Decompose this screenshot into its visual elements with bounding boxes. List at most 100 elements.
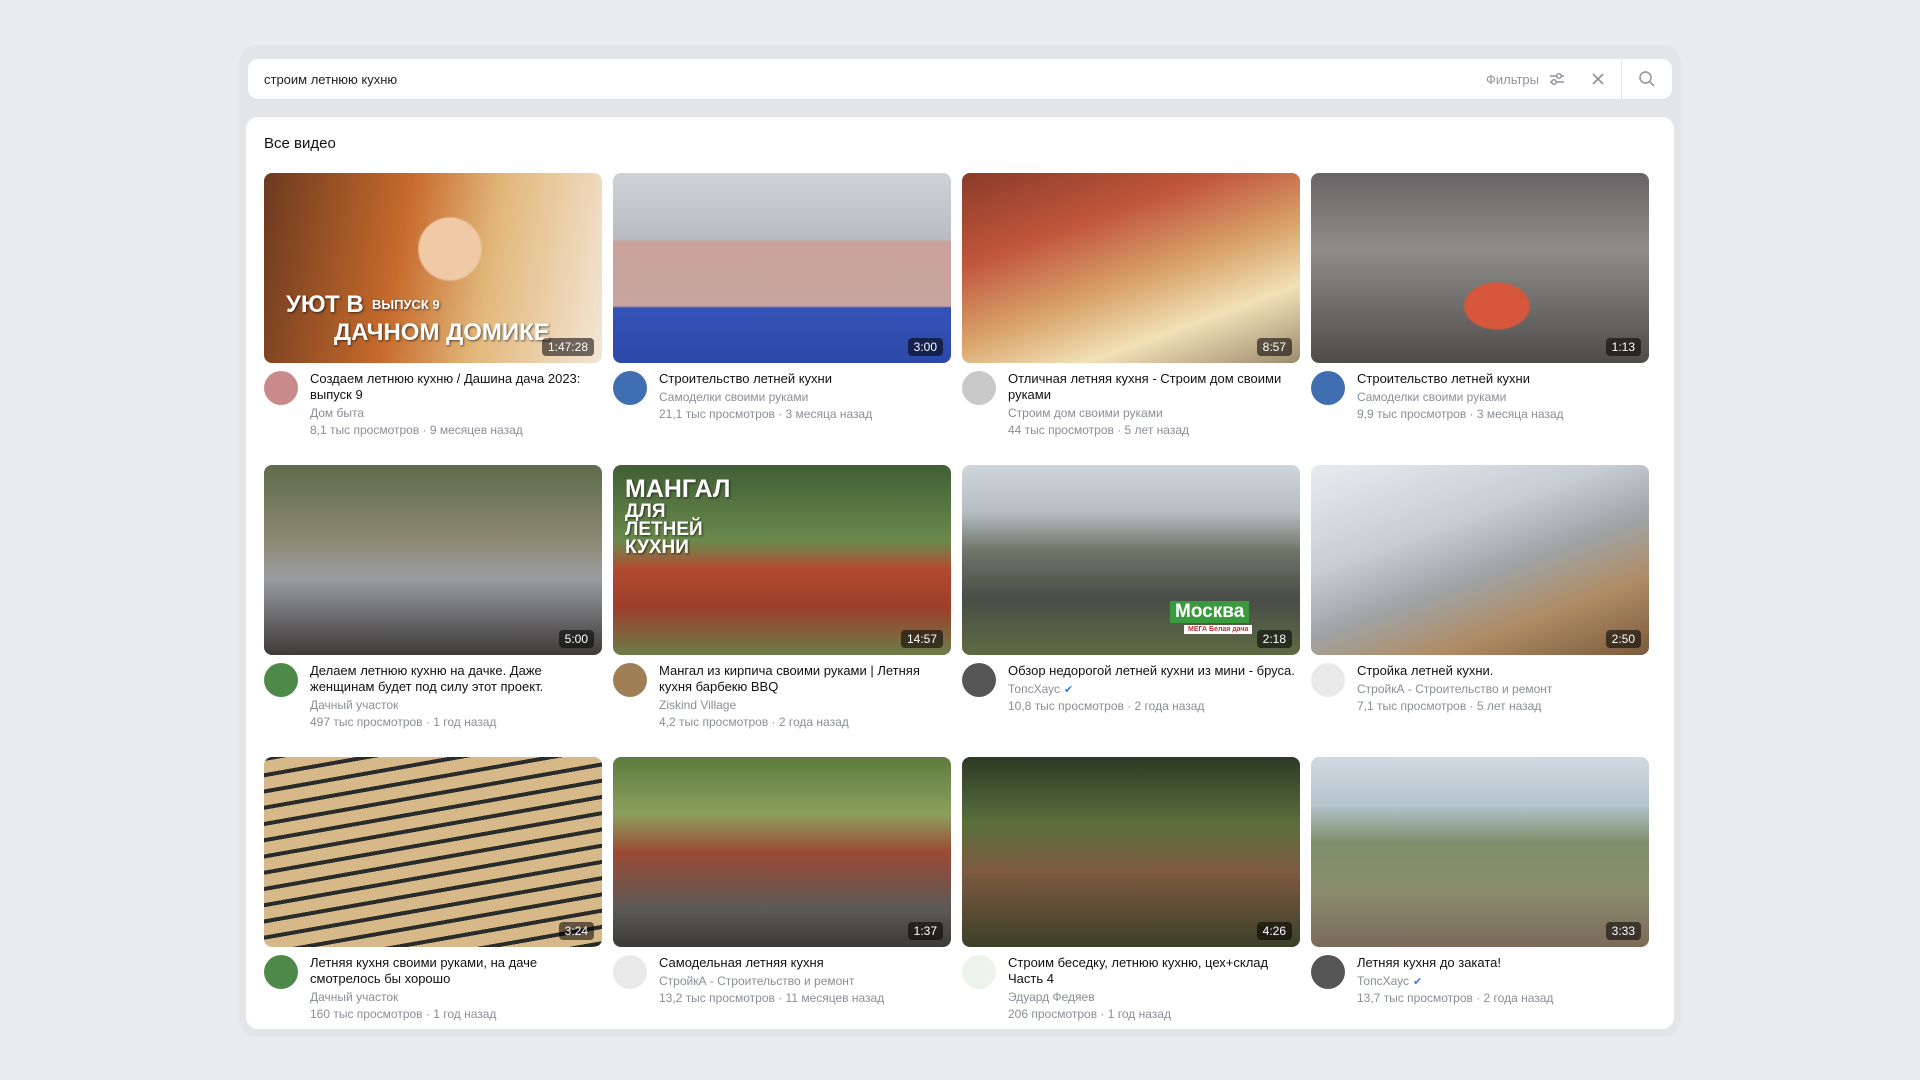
- video-stats: 206 просмотров · 1 год назад: [1008, 1007, 1171, 1021]
- channel-name[interactable]: ТопсХаус ✔: [1008, 682, 1300, 696]
- clear-search-button[interactable]: [1583, 64, 1613, 94]
- view-count: 9,9 тыс просмотров: [1357, 407, 1467, 421]
- channel-avatar[interactable]: [962, 955, 996, 989]
- video-duration: 2:50: [1605, 630, 1641, 648]
- view-count: 21,1 тыс просмотров: [659, 407, 775, 421]
- video-duration: 3:00: [907, 338, 943, 356]
- video-title[interactable]: Мангал из кирпича своими руками | Летняя…: [659, 663, 951, 695]
- video-card[interactable]: 3:00 Строительство летней кухни Самоделк…: [613, 173, 951, 451]
- video-stats: 10,8 тыс просмотров · 2 года назад: [1008, 699, 1205, 713]
- video-thumbnail[interactable]: 5:00: [264, 465, 602, 655]
- video-thumbnail[interactable]: УЮТ В ВЫПУСК 9 ДАЧНОМ ДОМИКЕ 1:47:28: [264, 173, 602, 363]
- thumbnail-caption: ВЫПУСК 9: [372, 297, 440, 312]
- channel-name[interactable]: СтройкА - Строительство и ремонт: [1357, 682, 1649, 696]
- verified-icon: ✔: [1412, 975, 1423, 988]
- channel-avatar[interactable]: [1311, 371, 1345, 405]
- video-duration: 1:13: [1605, 338, 1641, 356]
- channel-name[interactable]: Самоделки своими руками: [659, 390, 951, 404]
- channel-avatar[interactable]: [1311, 663, 1345, 697]
- channel-name[interactable]: Эдуард Федяев: [1008, 990, 1300, 1004]
- search-bar: Фильтры: [248, 59, 1672, 99]
- video-stats: 497 тыс просмотров · 1 год назад: [310, 715, 497, 729]
- video-card[interactable]: 4:26 Строим беседку, летнюю кухню, цех+с…: [962, 757, 1300, 1035]
- channel-name-label: Дачный участок: [310, 698, 399, 712]
- search-button[interactable]: [1622, 59, 1672, 99]
- channel-avatar[interactable]: [264, 955, 298, 989]
- sliders-icon: [1549, 72, 1565, 86]
- video-card[interactable]: 1:13 Строительство летней кухни Самоделк…: [1311, 173, 1649, 451]
- channel-avatar[interactable]: [613, 955, 647, 989]
- video-title[interactable]: Отличная летняя кухня - Строим дом своим…: [1008, 371, 1300, 403]
- video-title[interactable]: Строительство летней кухни: [1357, 371, 1649, 387]
- search-icon: [1638, 70, 1656, 88]
- video-card[interactable]: 3:33 Летняя кухня до заката! ТопсХаус ✔ 1…: [1311, 757, 1649, 1035]
- video-title[interactable]: Стройка летней кухни.: [1357, 663, 1649, 679]
- video-card[interactable]: 5:00 Делаем летнюю кухню на дачке. Даже …: [264, 465, 602, 743]
- video-card[interactable]: 1:37 Самодельная летняя кухня СтройкА - …: [613, 757, 951, 1035]
- video-thumbnail[interactable]: 3:33: [1311, 757, 1649, 947]
- filters-button[interactable]: Фильтры: [1486, 72, 1565, 87]
- video-stats: 13,2 тыс просмотров · 11 месяцев назад: [659, 991, 885, 1005]
- video-title[interactable]: Делаем летнюю кухню на дачке. Даже женщи…: [310, 663, 602, 695]
- channel-name[interactable]: Строим дом своими руками: [1008, 406, 1300, 420]
- upload-age: 2 года назад: [778, 715, 849, 729]
- video-card[interactable]: УЮТ В ВЫПУСК 9 ДАЧНОМ ДОМИКЕ 1:47:28 Соз…: [264, 173, 602, 451]
- channel-avatar[interactable]: [962, 371, 996, 405]
- video-thumbnail[interactable]: 8:57: [962, 173, 1300, 363]
- channel-name-label: Самоделки своими руками: [659, 390, 809, 404]
- video-duration: 2:18: [1256, 630, 1292, 648]
- video-title[interactable]: Создаем летнюю кухню / Дашина дача 2023:…: [310, 371, 602, 403]
- video-duration: 4:26: [1256, 922, 1292, 940]
- channel-name[interactable]: ТопсХаус ✔: [1357, 974, 1649, 988]
- video-grid: УЮТ В ВЫПУСК 9 ДАЧНОМ ДОМИКЕ 1:47:28 Соз…: [264, 173, 1649, 1035]
- channel-avatar[interactable]: [264, 663, 298, 697]
- filters-label: Фильтры: [1485, 71, 1539, 87]
- video-thumbnail[interactable]: 2:50: [1311, 465, 1649, 655]
- channel-name[interactable]: Дом быта: [310, 406, 602, 420]
- upload-age: 1 год назад: [433, 1007, 497, 1021]
- video-thumbnail[interactable]: 3:00: [613, 173, 951, 363]
- channel-name[interactable]: Дачный участок: [310, 698, 602, 712]
- video-thumbnail[interactable]: 3:24: [264, 757, 602, 947]
- video-title[interactable]: Строительство летней кухни: [659, 371, 951, 387]
- section-title: Все видео: [264, 135, 336, 152]
- video-title[interactable]: Строим беседку, летнюю кухню, цех+склад …: [1008, 955, 1300, 987]
- channel-name-label: Дом быта: [310, 406, 365, 420]
- view-count: 206 просмотров: [1008, 1007, 1098, 1021]
- channel-avatar[interactable]: [264, 371, 298, 405]
- video-card[interactable]: 8:57 Отличная летняя кухня - Строим дом …: [962, 173, 1300, 451]
- view-count: 4,2 тыс просмотров: [659, 715, 769, 729]
- video-stats: 4,2 тыс просмотров · 2 года назад: [659, 715, 849, 729]
- channel-avatar[interactable]: [962, 663, 996, 697]
- search-input[interactable]: [248, 59, 1486, 99]
- video-title[interactable]: Летняя кухня до заката!: [1357, 955, 1649, 971]
- channel-avatar[interactable]: [613, 371, 647, 405]
- channel-name[interactable]: СтройкА - Строительство и ремонт: [659, 974, 951, 988]
- view-count: 8,1 тыс просмотров: [310, 423, 420, 437]
- upload-age: 3 месяца назад: [1476, 407, 1564, 421]
- channel-name[interactable]: Ziskind Village: [659, 698, 951, 712]
- channel-name[interactable]: Дачный участок: [310, 990, 602, 1004]
- video-title[interactable]: Летняя кухня своими руками, на даче смот…: [310, 955, 602, 987]
- channel-avatar[interactable]: [613, 663, 647, 697]
- channel-avatar[interactable]: [1311, 955, 1345, 989]
- video-thumbnail[interactable]: 1:37: [613, 757, 951, 947]
- view-count: 7,1 тыс просмотров: [1357, 699, 1467, 713]
- video-card[interactable]: Москва МЕГА Белая дача 2:18 Обзор недоро…: [962, 465, 1300, 743]
- video-thumbnail[interactable]: МАНГАЛ ДЛЯ ЛЕТНЕЙ КУХНИ 14:57: [613, 465, 951, 655]
- video-thumbnail[interactable]: 4:26: [962, 757, 1300, 947]
- channel-name-label: Эдуард Федяев: [1008, 990, 1095, 1004]
- channel-name-label: СтройкА - Строительство и ремонт: [1357, 682, 1553, 696]
- upload-age: 2 года назад: [1483, 991, 1554, 1005]
- video-title[interactable]: Самодельная летняя кухня: [659, 955, 951, 971]
- upload-age: 5 лет назад: [1124, 423, 1190, 437]
- video-title[interactable]: Обзор недорогой летней кухни из мини - б…: [1008, 663, 1300, 679]
- video-card[interactable]: 2:50 Стройка летней кухни. СтройкА - Стр…: [1311, 465, 1649, 743]
- upload-age: 9 месяцев назад: [429, 423, 523, 437]
- channel-name[interactable]: Самоделки своими руками: [1357, 390, 1649, 404]
- video-card[interactable]: МАНГАЛ ДЛЯ ЛЕТНЕЙ КУХНИ 14:57 Мангал из …: [613, 465, 951, 743]
- video-thumbnail[interactable]: 1:13: [1311, 173, 1649, 363]
- video-thumbnail[interactable]: Москва МЕГА Белая дача 2:18: [962, 465, 1300, 655]
- video-card[interactable]: 3:24 Летняя кухня своими руками, на даче…: [264, 757, 602, 1035]
- thumbnail-caption: МАНГАЛ: [625, 475, 731, 503]
